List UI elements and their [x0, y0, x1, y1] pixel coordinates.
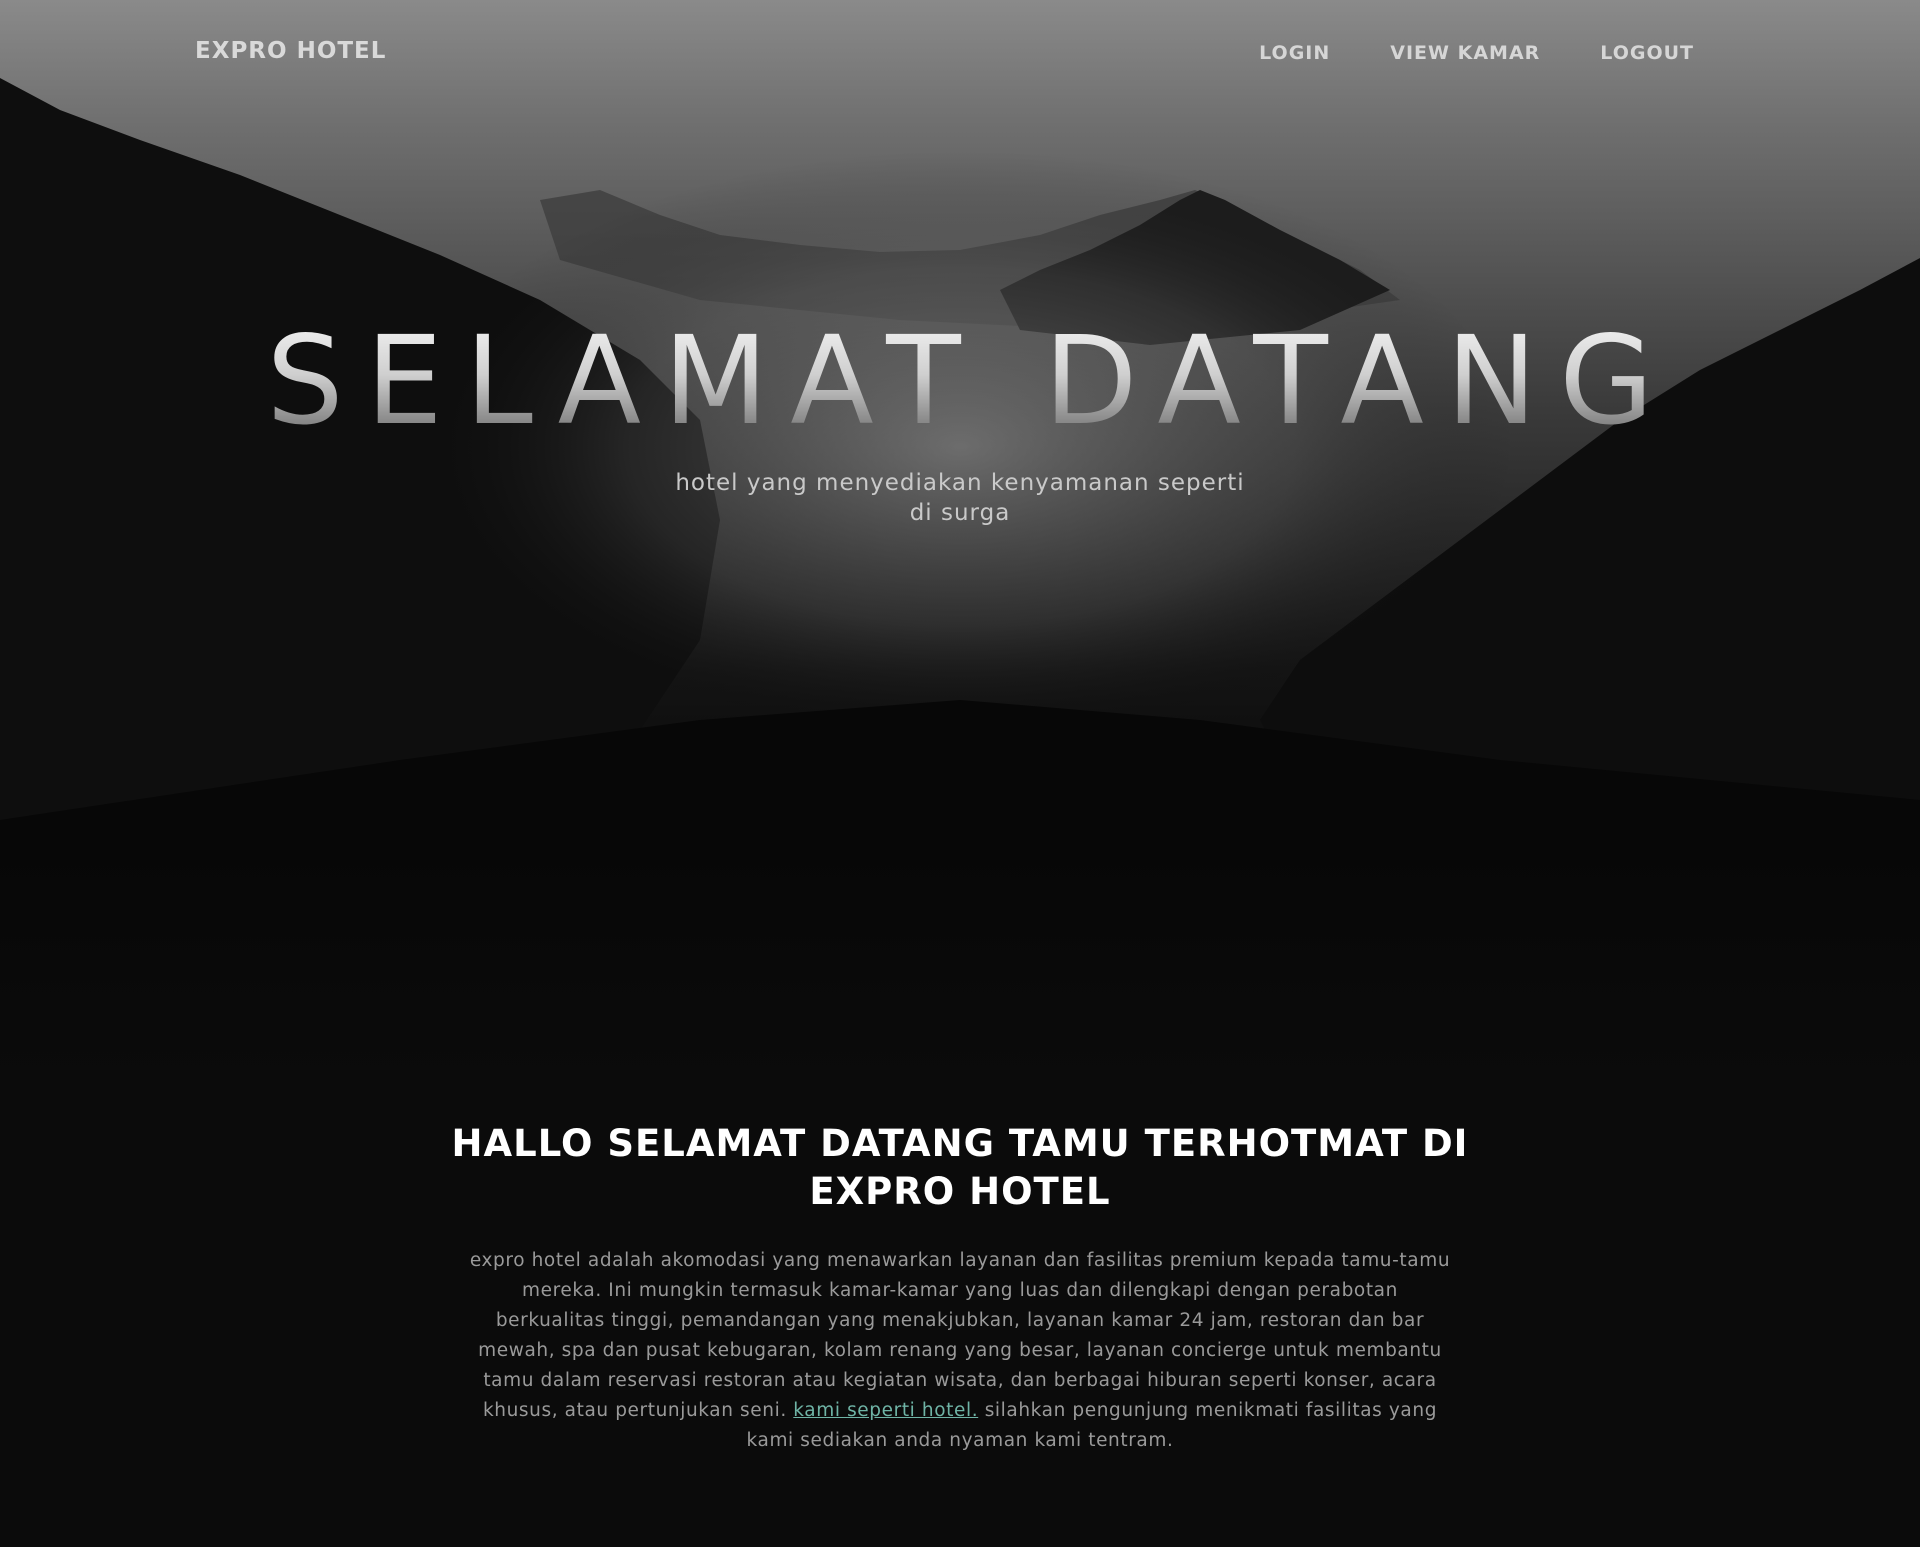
top-navbar: EXPRO HOTEL LOGIN VIEW KAMAR LOGOUT — [0, 0, 1920, 108]
brand-logo-link[interactable]: EXPRO HOTEL — [195, 38, 386, 64]
about-heading: HALLO SELAMAT DATANG TAMU TERHOTMAT DI E… — [451, 1122, 1469, 1213]
nav-login-link[interactable]: LOGIN — [1259, 42, 1330, 64]
hero-title: SELAMAT DATANG — [0, 320, 1920, 442]
about-section: HALLO SELAMAT DATANG TAMU TERHOTMAT DI E… — [0, 1080, 1920, 1547]
about-inline-link[interactable]: kami seperti hotel. — [793, 1400, 978, 1421]
about-paragraph: expro hotel adalah akomodasi yang menawa… — [465, 1246, 1455, 1456]
nav-logout-link[interactable]: LOGOUT — [1600, 42, 1694, 64]
about-text-before: expro hotel adalah akomodasi yang menawa… — [469, 1250, 1451, 1421]
hero-subtitle: hotel yang menyediakan kenyamanan sepert… — [675, 470, 1245, 526]
landing-page: EXPRO HOTEL LOGIN VIEW KAMAR LOGOUT SELA… — [0, 0, 1920, 1547]
nav-view-kamar-link[interactable]: VIEW KAMAR — [1390, 42, 1540, 64]
hero-section: EXPRO HOTEL LOGIN VIEW KAMAR LOGOUT SELA… — [0, 0, 1920, 1080]
nav-links: LOGIN VIEW KAMAR LOGOUT — [1259, 42, 1694, 64]
hero-background-image — [0, 78, 1920, 1080]
